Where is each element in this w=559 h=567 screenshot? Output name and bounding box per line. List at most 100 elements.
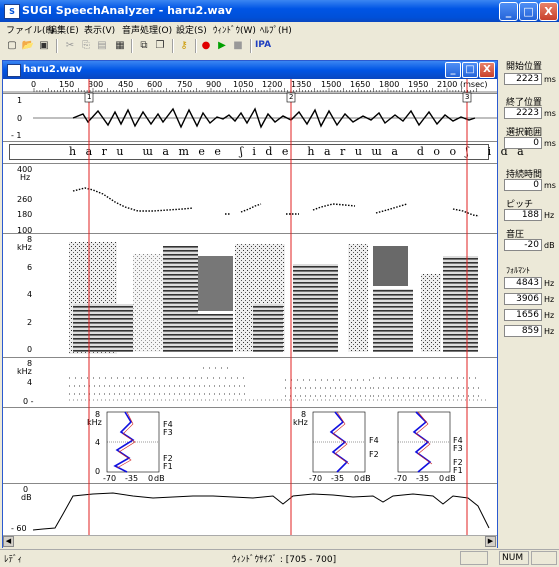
time-tick: 2100 xyxy=(437,80,458,89)
time-axis: 0 150 300 450 600 750 900 1050 1200 1350… xyxy=(3,79,497,93)
end-unit: ms xyxy=(544,109,556,118)
lpc-0-label: 0 xyxy=(95,467,101,476)
record-icon[interactable]: ● xyxy=(198,38,214,53)
cut-icon[interactable]: ✂ xyxy=(62,38,78,53)
selection-unit: ms xyxy=(544,139,556,148)
settings-icon[interactable]: ▦ xyxy=(112,38,128,53)
spectrogram-plot xyxy=(69,242,478,354)
app-icon: S xyxy=(4,4,20,19)
paste-icon[interactable]: ▤ xyxy=(94,38,110,53)
scroll-left-button[interactable]: ◀ xyxy=(3,536,14,547)
start-label: 開始位置 xyxy=(506,62,543,72)
cascade-icon[interactable]: ❐ xyxy=(152,38,168,53)
lpc-x-tick: -70 xyxy=(394,474,408,483)
maximize-button[interactable]: □ xyxy=(519,2,538,21)
power-value: -20 xyxy=(504,239,542,251)
status-cell xyxy=(460,551,488,565)
pitch-panel[interactable]: 400 Hz 260 180 100 xyxy=(3,163,497,235)
time-tick: 600 xyxy=(147,80,163,89)
status-window-size: ｳｨﾝﾄﾞｳｻｲｽﾞ : [705 - 700] xyxy=(232,555,337,565)
document-title-bar: haru2.wav _ □ X xyxy=(3,61,497,79)
time-tick: 1050 xyxy=(233,80,254,89)
wave-file-icon xyxy=(7,64,21,77)
doc-maximize-button[interactable]: □ xyxy=(462,62,478,78)
measurement-panel: 開始位置 2223 ms 終了位置 2223 ms 選択範囲 0 ms 持続時間… xyxy=(500,55,559,555)
status-num: NUM xyxy=(499,551,529,565)
duration-unit: ms xyxy=(544,181,556,190)
pitch-value: 188 xyxy=(504,209,542,221)
waveform-plot xyxy=(33,107,497,129)
copy-icon[interactable]: ⎘ xyxy=(78,38,94,53)
menu-bar: ファイル(F) 編集(E) 表示(V) 音声処理(O) 設定(S) ｳｨﾝﾄﾞｳ… xyxy=(0,22,559,37)
cursor-1-label[interactable]: 1 xyxy=(87,93,91,101)
menu-edit[interactable]: 編集(E) xyxy=(48,23,79,36)
menu-audio[interactable]: 音声処理(O) xyxy=(122,23,172,36)
cursor-2-label[interactable]: 2 xyxy=(289,93,293,101)
formant-track-plot xyxy=(69,367,489,401)
toolbar-separator xyxy=(250,39,252,53)
new-icon[interactable]: ▢ xyxy=(4,38,20,53)
formant-track-panel[interactable]: 8 kHz 4 0 - xyxy=(3,357,497,407)
status-cell xyxy=(531,551,557,565)
lpc-x-tick: 0 xyxy=(439,474,445,483)
formant-unit: Hz xyxy=(544,295,555,304)
close-button[interactable]: X xyxy=(539,2,558,21)
time-tick: 150 xyxy=(59,80,75,89)
lpc-x-tick: -35 xyxy=(416,474,430,483)
power-unit: dB xyxy=(544,241,555,250)
transcription-panel[interactable]: h a r u ɯ a m e e ʃ i d e h a r u ɯ a d … xyxy=(3,141,524,163)
formant-label: ﾌｫﾙﾏﾝﾄ xyxy=(506,266,530,275)
cursor-3-label[interactable]: 3 xyxy=(465,93,469,101)
lpc-4-label: 4 xyxy=(95,438,101,447)
toolbar-separator xyxy=(195,39,197,53)
ipa-button[interactable]: IPA xyxy=(254,38,272,53)
menu-window[interactable]: ｳｨﾝﾄﾞｳ(W) xyxy=(213,23,256,36)
formant-unit: Hz xyxy=(544,279,555,288)
lpc-x-unit: dB xyxy=(445,474,456,483)
stop-icon[interactable]: ■ xyxy=(230,38,246,53)
time-tick: 0 xyxy=(31,80,37,89)
time-tick: 1950 xyxy=(408,80,429,89)
horizontal-scrollbar[interactable]: ◀ ▶ xyxy=(3,535,497,548)
toolbar-separator xyxy=(131,39,133,53)
time-tick: 750 xyxy=(177,80,193,89)
waveform-panel[interactable]: 1 0 - 1 xyxy=(3,93,497,141)
lpc-x-tick: 0 xyxy=(354,474,360,483)
app-window: S SUGI SpeechAnalyzer - haru2.wav _ □ X … xyxy=(0,0,559,567)
lpc-mark-f4: F4 xyxy=(369,436,379,445)
pitch-unit: Hz xyxy=(544,211,555,220)
time-tick: 1200 xyxy=(262,80,283,89)
start-unit: ms xyxy=(544,75,556,84)
toolbar: ▢ 📂 ▣ ✂ ⎘ ▤ ▦ ⧉ ❐ ⚷ ● ▶ ■ IPA xyxy=(0,37,500,57)
toolbar-separator xyxy=(172,39,174,53)
scroll-right-button[interactable]: ▶ xyxy=(485,536,496,547)
window-icon[interactable]: ⧉ xyxy=(136,38,152,53)
time-unit: (msec) xyxy=(460,80,488,89)
time-tick: 1350 xyxy=(291,80,312,89)
status-bar: ﾚﾃﾞｨ ｳｨﾝﾄﾞｳｻｲｽﾞ : [705 - 700] NUM xyxy=(0,549,559,567)
key-icon[interactable]: ⚷ xyxy=(176,38,192,53)
save-icon[interactable]: ▣ xyxy=(36,38,52,53)
menu-settings[interactable]: 設定(S) xyxy=(176,23,207,36)
doc-close-button[interactable]: X xyxy=(479,62,495,78)
power-panel[interactable]: 0 dB - 60 xyxy=(3,483,497,535)
lpc-x-tick: -35 xyxy=(331,474,345,483)
pitch-plot xyxy=(72,187,480,217)
open-icon[interactable]: 📂 xyxy=(20,38,36,53)
formant-f4-value: 4843 xyxy=(504,277,542,289)
transcription-text: h a r u ɯ a m e e ʃ i d e h a r u ɯ a d … xyxy=(69,145,524,158)
lpc-mark-f2: F2 xyxy=(369,450,379,459)
start-value: 2223 xyxy=(504,73,542,85)
spectrogram-panel[interactable]: 8 kHz 6 4 2 0 xyxy=(3,233,497,357)
play-icon[interactable]: ▶ xyxy=(214,38,230,53)
menu-file[interactable]: ファイル(F) xyxy=(6,23,54,36)
time-tick: 300 xyxy=(88,80,104,89)
lpc-panel[interactable]: 8 kHz 4 0 F4 F3 F2 F1 -70 -35 0 dB 8 kHz… xyxy=(3,407,497,483)
lpc-plot xyxy=(106,411,451,473)
minimize-button[interactable]: _ xyxy=(499,2,518,21)
menu-help[interactable]: ﾍﾙﾌﾟ(H) xyxy=(260,23,292,36)
doc-minimize-button[interactable]: _ xyxy=(445,62,461,78)
lpc-x-tick: -70 xyxy=(103,474,117,483)
menu-view[interactable]: 表示(V) xyxy=(84,23,115,36)
lpc-mark-f3: F3 xyxy=(453,444,463,453)
